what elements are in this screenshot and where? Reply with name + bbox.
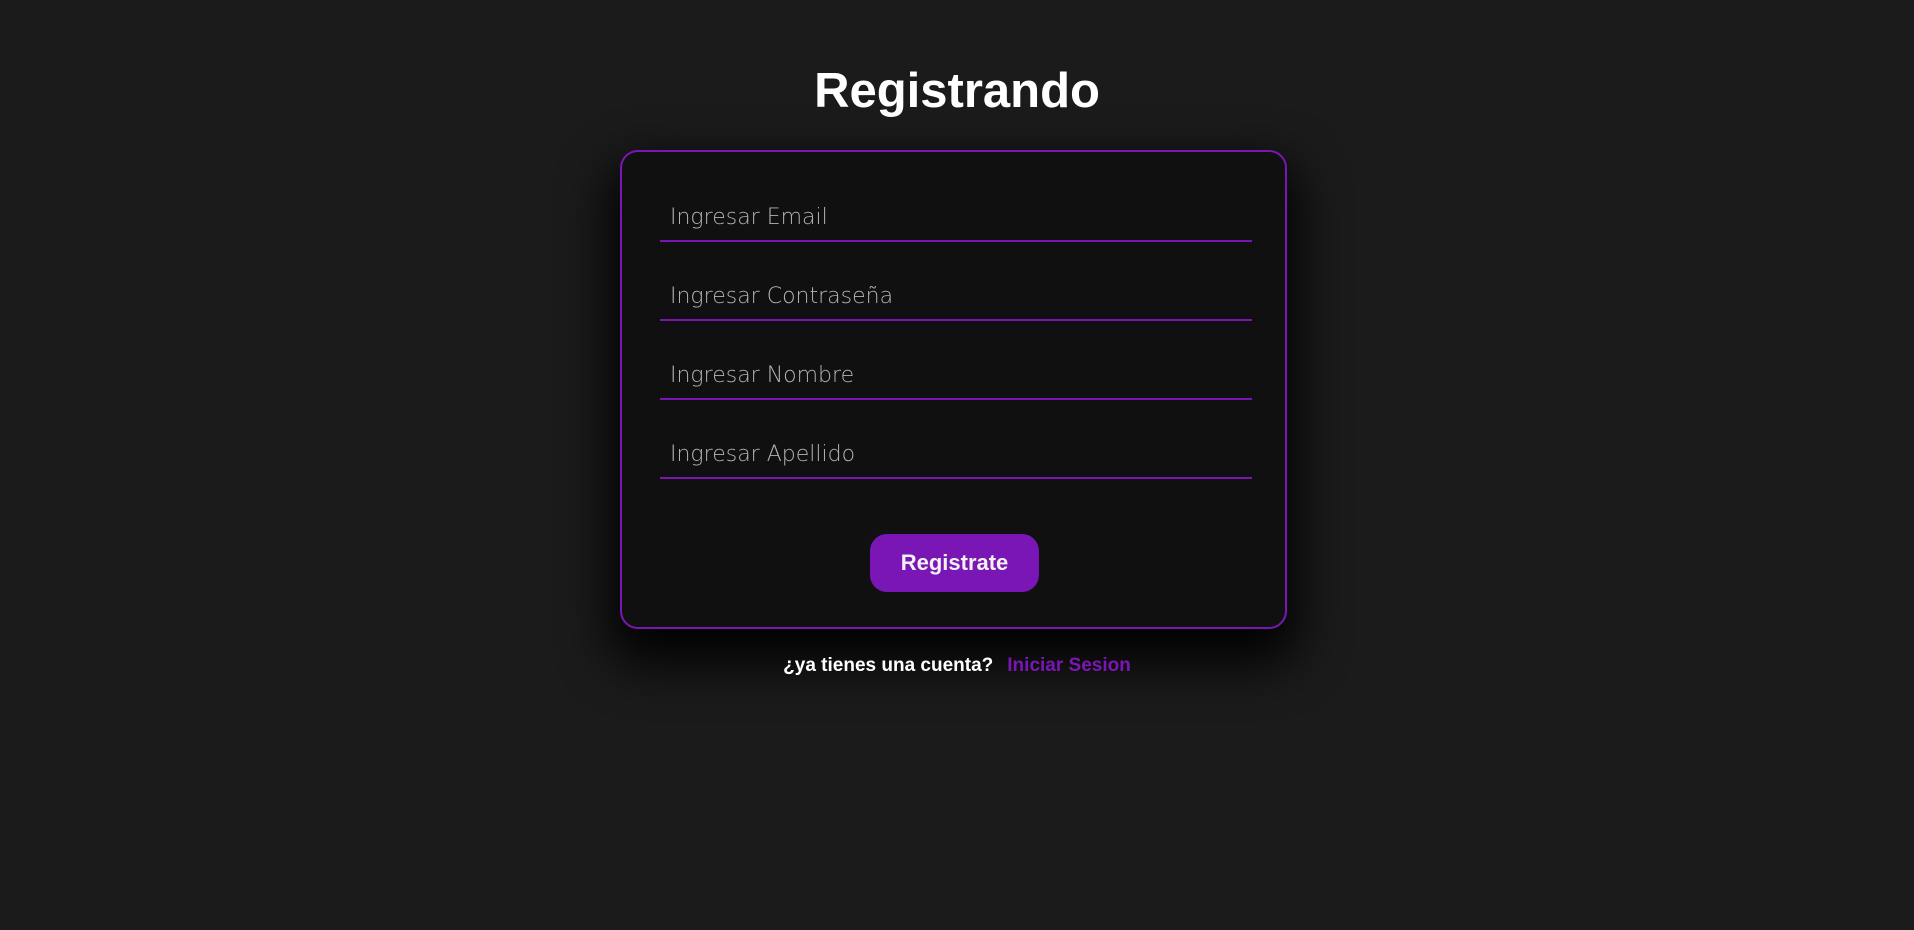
register-form: Registrate xyxy=(620,150,1287,629)
page-title: Registrando xyxy=(814,64,1100,118)
lastname-field[interactable] xyxy=(660,431,1252,479)
login-question: ¿ya tienes una cuenta? xyxy=(783,655,994,676)
email-field[interactable] xyxy=(660,194,1252,242)
name-field[interactable] xyxy=(660,352,1252,400)
register-page: Registrando Registrate ¿ya tienes una cu… xyxy=(0,0,1914,930)
register-button[interactable]: Registrate xyxy=(870,534,1039,592)
login-prompt: ¿ya tienes una cuenta? Iniciar Sesion xyxy=(0,654,1914,678)
login-link[interactable]: Iniciar Sesion xyxy=(1007,655,1131,676)
password-field[interactable] xyxy=(660,273,1252,321)
